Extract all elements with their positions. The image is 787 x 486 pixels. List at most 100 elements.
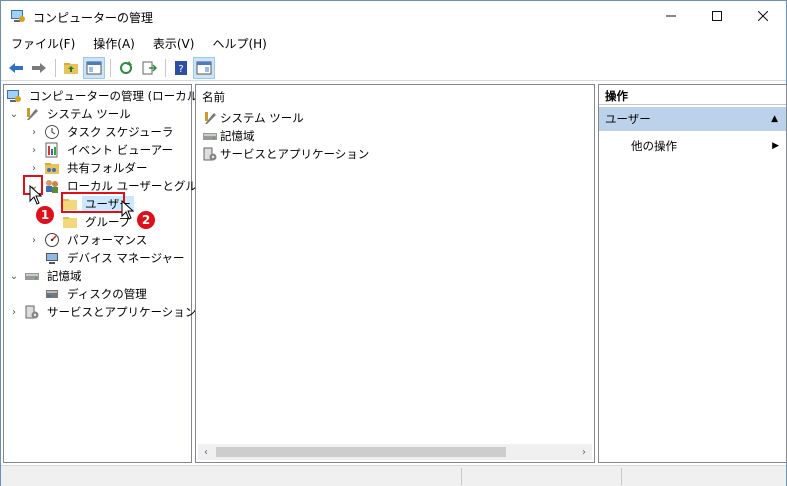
back-button[interactable] [5,57,27,79]
tree-item-label: 記憶域 [47,269,82,283]
close-icon [758,11,768,21]
status-bar [1,465,786,486]
action-item-label: 他の操作 [631,139,677,153]
action-pane-icon [196,61,212,74]
menu-action[interactable]: 操作(A) [87,35,141,52]
tree-item-event-viewer[interactable]: › イベント ビューアー [28,141,176,159]
tree-item-label: デバイス マネージャー [67,251,185,265]
help-icon: ? [175,60,187,75]
help-button[interactable]: ? [170,57,192,79]
toolbar: ? [1,55,786,81]
tree-item-local-users-groups[interactable]: ⌄ ローカル ユーザーとグループ [28,177,222,195]
chevron-right-icon[interactable]: › [28,162,40,174]
chevron-right-icon[interactable]: › [28,126,40,138]
tree-item-label: イベント ビューアー [67,143,174,157]
storage-icon [202,128,218,144]
collapse-up-icon[interactable]: ▲ [771,114,778,124]
tree-item-label: ディスクの管理 [67,287,147,301]
chevron-down-icon[interactable]: ⌄ [8,270,20,282]
status-separator [621,468,622,485]
disk-icon [44,286,60,302]
action-section-label: ユーザー [605,112,651,126]
forward-button[interactable] [28,57,50,79]
computer-management-icon [10,8,26,24]
tree-item-services-apps[interactable]: › サービスとアプリケーション [8,303,199,321]
show-hide-action-pane-button[interactable] [193,56,215,79]
menu-bar: ファイル(F) 操作(A) 表示(V) ヘルプ(H) [1,32,786,54]
list-item-label: システム ツール [220,111,304,125]
list-item-label: サービスとアプリケーション [220,147,370,161]
submenu-arrow-icon: ▶ [772,141,779,151]
scroll-right-icon[interactable]: › [576,444,592,460]
svg-text:?: ? [178,64,183,75]
action-pane-title: 操作 [599,85,786,105]
shared-folder-icon [44,160,60,176]
device-manager-icon [44,250,60,266]
show-hide-tree-button[interactable] [83,56,105,79]
tree-item-disk-management[interactable]: ディスクの管理 [44,285,150,303]
step-badge-2: 2 [137,211,155,229]
tree-item-shared-folders[interactable]: › 共有フォルダー [28,159,151,177]
list-item-services-apps[interactable]: サービスとアプリケーション [202,145,369,163]
tree-item-label: システム ツール [47,107,131,121]
toolbar-separator [55,58,56,77]
column-header-name[interactable]: 名前 [202,89,225,105]
tree-item-performance[interactable]: › パフォーマンス [28,231,150,249]
menu-file[interactable]: ファイル(F) [5,35,81,52]
tree-root[interactable]: コンピューターの管理 (ローカル) [6,87,206,105]
mouse-cursor-icon [121,199,135,220]
storage-icon [24,268,40,284]
tools-icon [24,106,40,122]
window-title: コンピューターの管理 [33,11,154,25]
menu-help[interactable]: ヘルプ(H) [206,35,272,52]
chevron-down-icon[interactable]: ⌄ [8,108,20,120]
chevron-right-icon[interactable]: › [28,234,40,246]
tree-item-label: 共有フォルダー [67,161,148,175]
tree-item-label: タスク スケジューラ [67,125,174,139]
folder-up-icon [64,62,78,74]
list-item-storage[interactable]: 記憶域 [202,127,255,145]
export-list-button[interactable] [138,57,160,79]
title-bar: コンピューターの管理 [1,1,786,31]
scroll-left-icon[interactable]: ‹ [198,444,214,460]
console-tree-pane: コンピューターの管理 (ローカル) ⌄ システム ツール › タスク スケジュー… [3,84,219,463]
status-separator [461,468,462,485]
action-section-users[interactable]: ユーザー ▲ [599,107,786,131]
menu-view[interactable]: 表示(V) [147,35,201,52]
list-item-system-tools[interactable]: システム ツール [202,109,304,127]
back-arrow-icon [9,62,23,73]
tree-item-storage[interactable]: ⌄ 記憶域 [8,267,85,285]
chevron-right-icon[interactable]: › [8,306,20,318]
refresh-icon [120,60,132,74]
up-folder-button[interactable] [60,57,82,79]
results-pane: 名前 システム ツール 記憶域 サービスとアプリケーション ‹ › [195,84,595,463]
performance-icon [44,232,60,248]
maximize-icon [712,11,722,21]
highlight-box-users [61,192,125,213]
console-tree-icon [86,61,102,74]
tree-item-device-manager[interactable]: デバイス マネージャー [44,249,188,267]
services-icon [24,304,40,320]
services-icon [202,146,218,162]
minimize-icon [666,15,676,17]
tree-item-label: パフォーマンス [67,233,148,247]
minimize-button[interactable] [648,1,694,31]
refresh-button[interactable] [115,57,137,79]
app-window: コンピューターの管理 ファイル(F) 操作(A) 表示(V) ヘルプ(H) ? … [0,0,787,486]
toolbar-separator [110,58,111,77]
folder-icon [62,214,78,230]
step-badge-1: 1 [36,206,54,224]
scrollbar-thumb[interactable] [216,447,506,457]
maximize-button[interactable] [694,1,740,31]
tools-icon [202,110,218,126]
tree-root-label: コンピューターの管理 (ローカル) [29,89,203,103]
action-pane: 操作 ユーザー ▲ 他の操作 ▶ [598,84,787,463]
tree-item-label: サービスとアプリケーション [47,305,197,319]
close-button[interactable] [740,1,786,31]
tree-item-system-tools[interactable]: ⌄ システム ツール [8,105,134,123]
horizontal-scrollbar[interactable]: ‹ › [198,444,592,460]
chevron-right-icon[interactable]: › [28,144,40,156]
mouse-cursor-icon [29,184,43,205]
tree-item-task-scheduler[interactable]: › タスク スケジューラ [28,123,176,141]
action-more-actions[interactable]: 他の操作 ▶ [631,137,781,155]
